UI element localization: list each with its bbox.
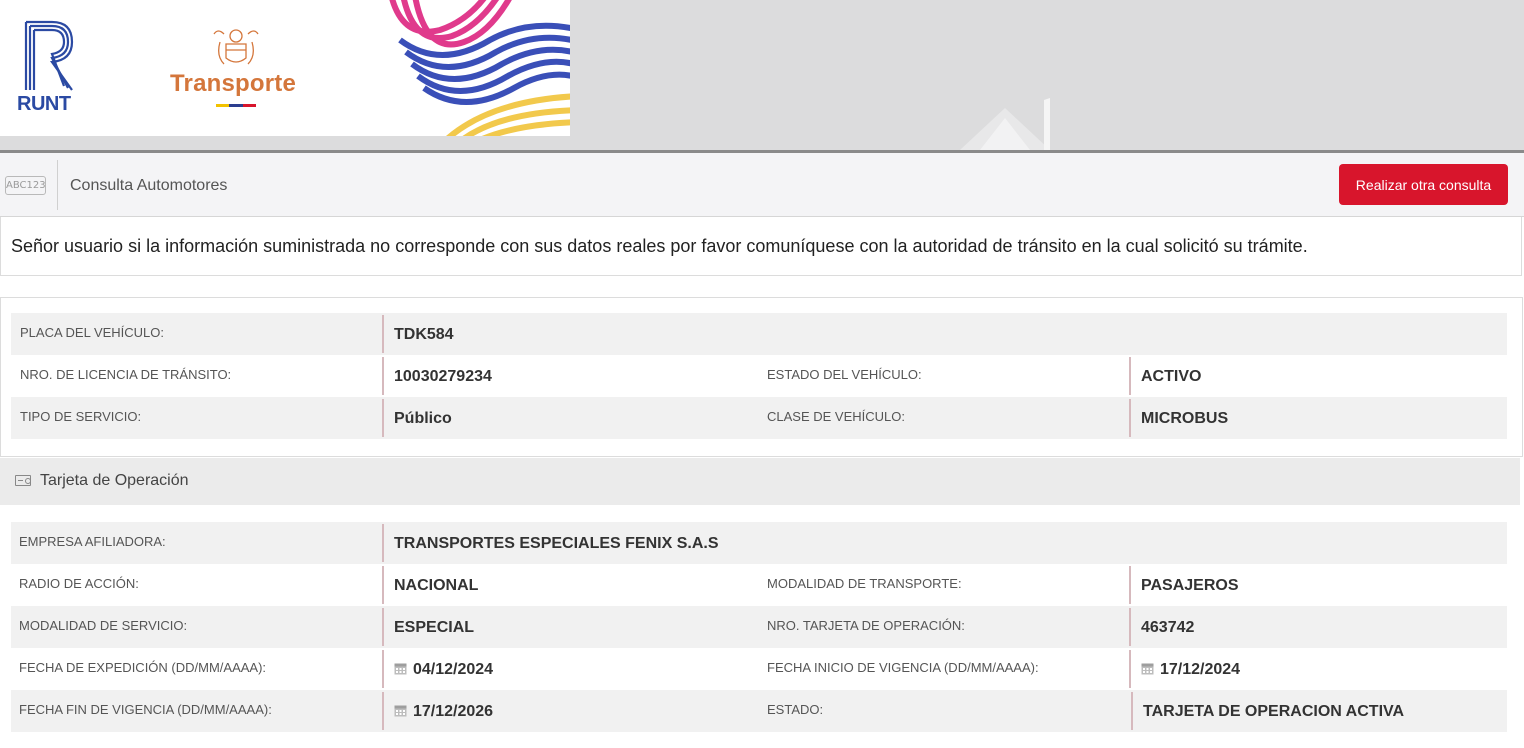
clase-label: CLASE DE VEHÍCULO:	[767, 409, 905, 424]
modalidad-transporte-label: MODALIDAD DE TRANSPORTE:	[767, 576, 962, 591]
placa-value: TDK584	[382, 315, 454, 353]
radio-value: NACIONAL	[382, 566, 478, 604]
fecha-inicio-value: 17/12/2024	[1160, 661, 1241, 678]
id-card-icon	[15, 475, 31, 486]
modalidad-servicio-label: MODALIDAD DE SERVICIO:	[19, 618, 188, 633]
servicio-value: Público	[382, 399, 452, 437]
notice-text: Señor usuario si la información suminist…	[11, 236, 1308, 256]
table-row: FECHA FIN DE VIGENCIA (DD/MM/AAAA): 17/1…	[11, 690, 1507, 732]
colombia-flag-bar	[216, 104, 256, 107]
fecha-expedicion-cell: 04/12/2024	[382, 650, 493, 688]
runt-logo-text: RUNT	[17, 93, 71, 115]
tarjeta-section-title: Tarjeta de Operación	[40, 472, 189, 489]
estado-vehiculo-label: ESTADO DEL VEHÍCULO:	[767, 367, 922, 382]
radio-label: RADIO DE ACCIÓN:	[19, 576, 139, 591]
calendar-icon	[1141, 663, 1154, 675]
transporte-logo-text: Transporte	[170, 70, 297, 97]
estado-tarjeta-value: TARJETA DE OPERACION ACTIVA	[1131, 692, 1404, 730]
estado-tarjeta-label: ESTADO:	[767, 702, 824, 717]
fecha-fin-label: FECHA FIN DE VIGENCIA (DD/MM/AAAA):	[19, 702, 272, 717]
license-plate-icon: ABC123	[5, 176, 46, 195]
licencia-value: 10030279234	[382, 357, 492, 395]
table-row: NRO. DE LICENCIA DE TRÁNSITO: 1003027923…	[11, 355, 1507, 397]
empresa-value: TRANSPORTES ESPECIALES FENIX S.A.S	[382, 524, 719, 562]
logo-area: RUNT Transporte	[0, 0, 570, 136]
new-query-button[interactable]: Realizar otra consulta	[1339, 164, 1508, 205]
fecha-inicio-label: FECHA INICIO DE VIGENCIA (DD/MM/AAAA):	[767, 660, 1039, 675]
empresa-label: EMPRESA AFILIADORA:	[19, 534, 166, 549]
placa-label: PLACA DEL VEHÍCULO:	[20, 325, 165, 340]
tarjeta-section-header[interactable]	[0, 458, 1520, 505]
clase-value: MICROBUS	[1129, 399, 1228, 437]
table-row: PLACA DEL VEHÍCULO: TDK584	[11, 313, 1507, 355]
table-row: TIPO DE SERVICIO: Público CLASE DE VEHÍC…	[11, 397, 1507, 439]
query-title: Consulta Automotores	[70, 177, 228, 194]
fecha-expedicion-value: 04/12/2024	[413, 661, 494, 678]
banner-decoration	[960, 98, 1050, 150]
fecha-fin-cell: 17/12/2026	[382, 692, 493, 730]
nro-tarjeta-label: NRO. TARJETA DE OPERACIÓN:	[767, 618, 965, 633]
query-bar-divider	[57, 160, 58, 210]
table-row: EMPRESA AFILIADORA: TRANSPORTES ESPECIAL…	[11, 522, 1507, 564]
fecha-expedicion-label: FECHA DE EXPEDICIÓN (DD/MM/AAAA):	[19, 660, 267, 675]
nro-tarjeta-value: 463742	[1129, 608, 1194, 646]
colombia-coat-of-arms-icon	[213, 29, 259, 65]
estado-vehiculo-value: ACTIVO	[1129, 357, 1201, 395]
calendar-icon	[394, 663, 407, 675]
table-row: MODALIDAD DE SERVICIO: ESPECIAL NRO. TAR…	[11, 606, 1507, 648]
decorative-waves	[389, 0, 570, 136]
calendar-icon	[394, 705, 407, 717]
modalidad-servicio-value: ESPECIAL	[382, 608, 474, 646]
table-row: RADIO DE ACCIÓN: NACIONAL MODALIDAD DE T…	[11, 564, 1507, 606]
fecha-fin-value: 17/12/2026	[413, 703, 494, 720]
modalidad-transporte-value: PASAJEROS	[1129, 566, 1239, 604]
table-row: FECHA DE EXPEDICIÓN (DD/MM/AAAA): 04/12/…	[11, 648, 1507, 690]
fecha-inicio-cell: 17/12/2024	[1129, 650, 1240, 688]
licencia-label: NRO. DE LICENCIA DE TRÁNSITO:	[20, 367, 232, 382]
servicio-label: TIPO DE SERVICIO:	[20, 409, 142, 424]
query-bar	[0, 153, 1524, 217]
